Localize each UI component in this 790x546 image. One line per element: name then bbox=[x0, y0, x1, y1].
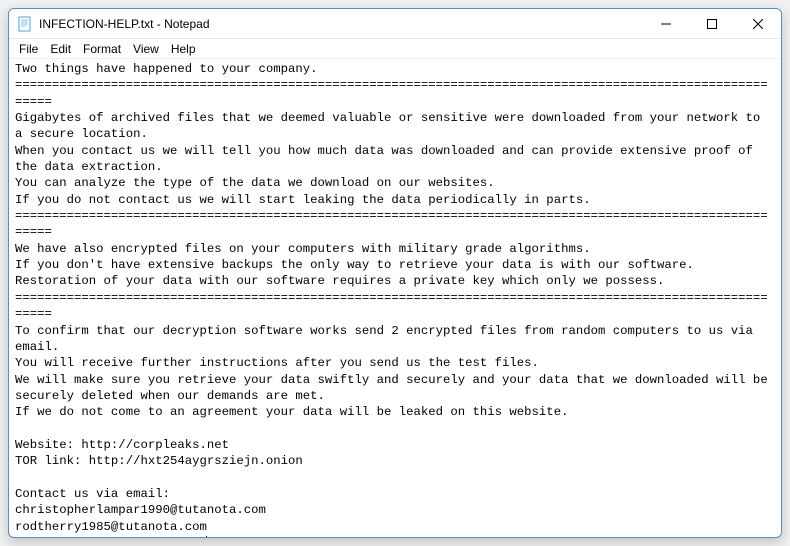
window-controls bbox=[643, 9, 781, 38]
maximize-button[interactable] bbox=[689, 9, 735, 38]
menu-edit[interactable]: Edit bbox=[44, 41, 77, 57]
close-button[interactable] bbox=[735, 9, 781, 38]
text-area[interactable]: Two things have happened to your company… bbox=[9, 59, 781, 537]
minimize-icon bbox=[661, 19, 671, 29]
menu-file[interactable]: File bbox=[13, 41, 44, 57]
maximize-icon bbox=[707, 19, 717, 29]
minimize-button[interactable] bbox=[643, 9, 689, 38]
menu-view[interactable]: View bbox=[127, 41, 165, 57]
notepad-icon bbox=[17, 16, 33, 32]
menu-help[interactable]: Help bbox=[165, 41, 202, 57]
window-title: INFECTION-HELP.txt - Notepad bbox=[39, 17, 643, 31]
document-text: Two things have happened to your company… bbox=[15, 62, 775, 537]
menubar: File Edit Format View Help bbox=[9, 39, 781, 59]
menu-format[interactable]: Format bbox=[77, 41, 127, 57]
notepad-window: INFECTION-HELP.txt - Notepad File Ed bbox=[8, 8, 782, 538]
titlebar[interactable]: INFECTION-HELP.txt - Notepad bbox=[9, 9, 781, 39]
close-icon bbox=[753, 19, 763, 29]
